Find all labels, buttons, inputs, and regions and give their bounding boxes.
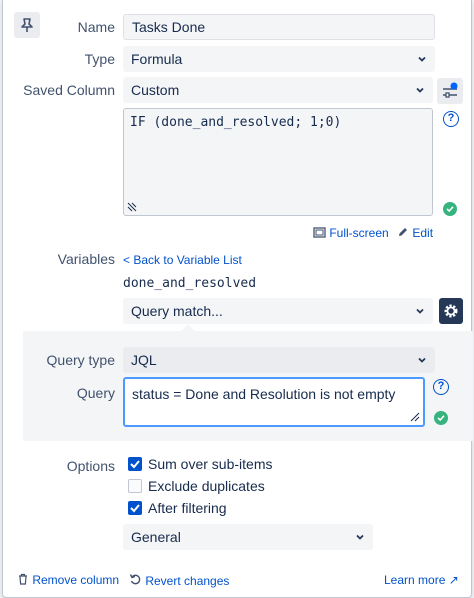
chevron-down-icon (356, 534, 364, 540)
option-label: Sum over sub-items (148, 456, 273, 472)
back-to-variable-list-link[interactable]: < Back to Variable List (123, 253, 242, 267)
edit-icon (399, 228, 407, 236)
format-select-value: General (131, 529, 181, 545)
query-input[interactable]: status = Done and Resolution is not empt… (123, 377, 425, 427)
variable-settings-button[interactable] (439, 298, 463, 324)
variable-name: done_and_resolved (123, 276, 257, 291)
type-select-value: Formula (131, 51, 183, 67)
remove-column-link[interactable]: Remove column (17, 573, 119, 587)
pin-icon (21, 18, 33, 32)
revert-changes-link[interactable]: Revert changes (129, 573, 229, 588)
formula-text: IF (done_and_resolved; 1;0) (130, 115, 342, 130)
name-input[interactable]: Tasks Done (123, 14, 435, 40)
type-select[interactable]: Formula (123, 46, 435, 72)
revert-icon (129, 574, 141, 585)
formula-editor[interactable]: IF (done_and_resolved; 1;0) (123, 108, 433, 216)
edit-label: Edit (412, 226, 434, 240)
column-editor-panel: Name Tasks Done Type Formula Saved Colum… (2, 0, 473, 598)
query-type-label: Query type (46, 352, 115, 368)
format-select[interactable]: General (123, 524, 373, 550)
fullscreen-icon (313, 227, 326, 238)
resize-handle-icon[interactable] (127, 202, 137, 212)
remove-column-label: Remove column (32, 573, 120, 587)
full-screen-label: Full-screen (329, 226, 389, 240)
column-settings-icon (443, 82, 458, 98)
resize-handle-icon[interactable] (410, 412, 420, 422)
query-type-value: JQL (131, 352, 157, 368)
variable-match-value: Query match... (131, 303, 223, 319)
variables-label: Variables (57, 251, 115, 267)
pin-button[interactable] (14, 12, 40, 38)
revert-changes-label: Revert changes (145, 574, 230, 588)
chevron-down-icon (418, 56, 426, 62)
option-label: Exclude duplicates (148, 478, 265, 494)
saved-column-value: Custom (131, 82, 180, 98)
options-label: Options (66, 458, 115, 474)
checkbox-unchecked[interactable] (128, 479, 142, 493)
query-input-text: status = Done and Resolution is not empt… (132, 386, 396, 402)
checkbox-checked[interactable] (128, 501, 142, 515)
check-circle-icon (434, 411, 448, 425)
type-label: Type (84, 51, 115, 67)
name-label: Name (77, 19, 115, 35)
option-label: After filtering (148, 500, 227, 516)
chevron-down-icon (416, 87, 424, 93)
variable-match-select[interactable]: Query match... (123, 298, 433, 324)
query-type-select[interactable]: JQL (123, 347, 435, 373)
help-icon[interactable]: ? (443, 111, 459, 127)
full-screen-link[interactable]: Full-screen (313, 226, 389, 240)
chevron-down-icon (418, 357, 426, 363)
query-label: Query (76, 385, 115, 401)
trash-icon (19, 573, 27, 585)
learn-more-link[interactable]: Learn more ↗ (384, 573, 459, 587)
chevron-down-icon (416, 308, 424, 314)
edit-link[interactable]: Edit (397, 226, 433, 240)
check-circle-icon (443, 202, 457, 216)
saved-column-label: Saved Column (23, 82, 115, 98)
help-icon[interactable]: ? (433, 379, 449, 395)
checkbox-checked[interactable] (128, 457, 142, 471)
gear-icon (444, 304, 458, 318)
saved-column-select[interactable]: Custom (123, 77, 433, 103)
column-settings-button[interactable] (437, 78, 463, 104)
